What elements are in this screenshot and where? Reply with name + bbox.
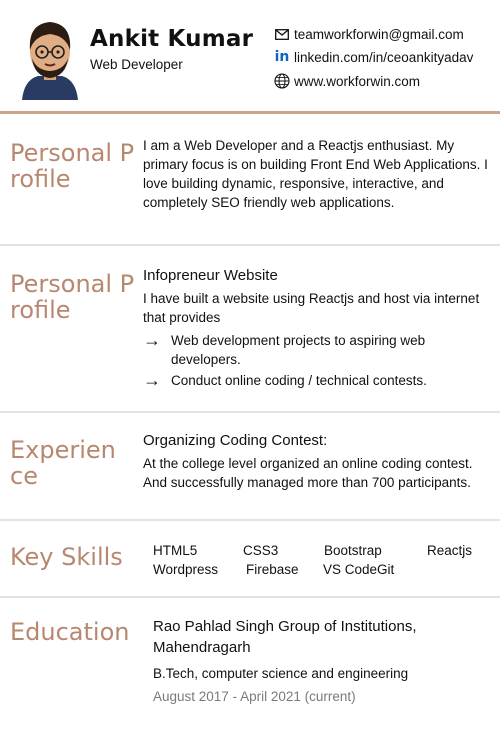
mail-icon [274, 26, 290, 42]
skill-item: Firebase [246, 562, 299, 577]
skill-item: VS CodeGit [323, 562, 395, 577]
linkedin-icon: in [274, 49, 290, 65]
section-divider [0, 596, 500, 598]
website-text: www.workforwin.com [294, 73, 421, 89]
email-text: teamworkforwin@gmail.com [294, 26, 464, 42]
skill-item: Wordpress [153, 562, 219, 577]
bullet-text: Web development projects to aspiring web… [171, 333, 426, 367]
section-title-skills: Key Skills [10, 543, 123, 571]
header-divider [0, 111, 500, 114]
experience-text: At the college level organized an online… [143, 456, 473, 490]
globe-icon [274, 73, 290, 89]
project-text: I have built a website using Reactjs and… [143, 291, 480, 325]
list-item: → Conduct online coding / technical cont… [143, 371, 488, 390]
skill-item: Reactjs [427, 543, 473, 558]
resume-header: Ankit Kumar Web Developer teamworkforwin… [0, 0, 500, 112]
skill-item: CSS3 [243, 543, 279, 558]
project-title: Infopreneur Website [143, 267, 278, 284]
section-title-profile-2: Personal Profile [10, 270, 135, 324]
skill-item: HTML5 [153, 543, 198, 558]
skill-item: Bootstrap [324, 543, 382, 558]
experience-block: Organizing Coding Contest: At the colleg… [143, 431, 488, 492]
experience-title: Organizing Coding Contest: [143, 432, 328, 449]
candidate-role: Web Developer [90, 57, 183, 72]
section-divider [0, 519, 500, 521]
profile-text: I am a Web Developer and a Reactjs enthu… [143, 138, 488, 210]
education-dates: August 2017 - April 2021 (current) [153, 689, 356, 704]
project-block: Infopreneur Website I have built a websi… [143, 266, 488, 390]
bullet-text: Conduct online coding / technical contes… [171, 373, 427, 388]
school-name: Rao Pahlad Singh Group of Institutions, … [153, 618, 417, 656]
website-contact[interactable]: www.workforwin.com [274, 73, 420, 89]
section-title-education: Education [10, 618, 130, 646]
candidate-name: Ankit Kumar [90, 26, 254, 52]
arrow-right-icon: → [143, 330, 161, 350]
skills-grid: HTML5 CSS3 Bootstrap Reactjs Wordpress F… [153, 541, 493, 579]
section-title-profile: Personal Profile [10, 139, 135, 193]
avatar [20, 14, 80, 100]
degree-text: B.Tech, computer science and engineering [153, 666, 409, 681]
arrow-right-icon: → [143, 370, 161, 390]
section-divider [0, 411, 500, 413]
section-title-experience: Experien ce [10, 436, 116, 490]
email-contact[interactable]: teamworkforwin@gmail.com [274, 26, 464, 42]
list-item: → Web development projects to aspiring w… [143, 331, 488, 369]
section-divider [0, 244, 500, 246]
linkedin-contact[interactable]: in linkedin.com/in/ceoankityadav [274, 49, 474, 65]
linkedin-text: linkedin.com/in/ceoankityadav [294, 49, 474, 65]
education-block: Rao Pahlad Singh Group of Institutions, … [153, 616, 473, 706]
